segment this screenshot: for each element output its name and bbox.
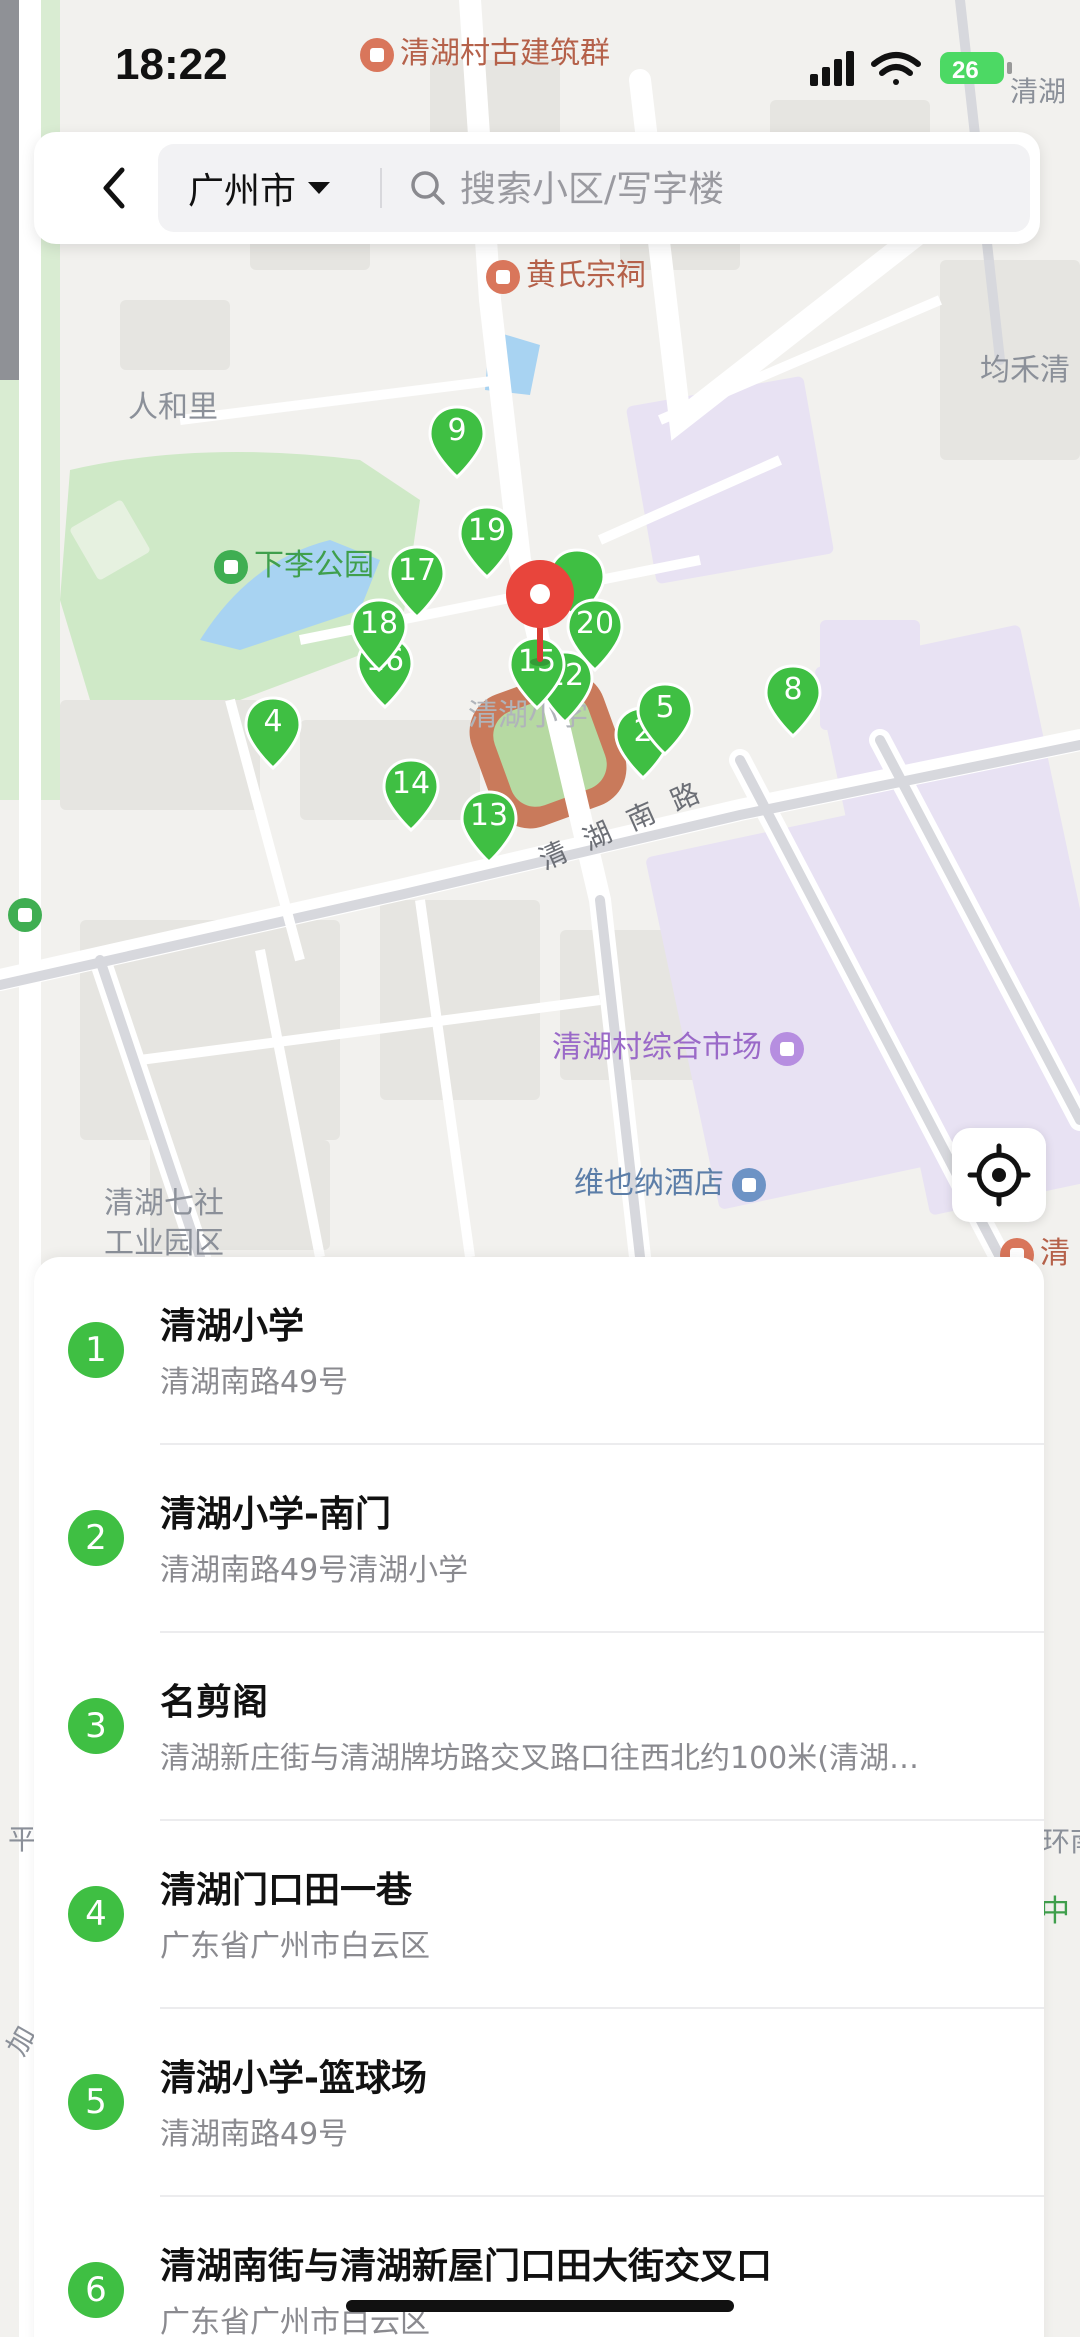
poi-text: 维也纳酒店 <box>574 1166 724 1201</box>
signal-icon <box>810 51 854 86</box>
locate-me-button[interactable] <box>952 1128 1046 1222</box>
map-pin[interactable]: 13 <box>460 790 518 864</box>
hotel-icon <box>732 1167 766 1202</box>
city-selector[interactable]: 广州市 <box>188 144 331 232</box>
pin-number: 13 <box>469 798 509 833</box>
pin-number: 18 <box>359 606 399 641</box>
caret-down-icon <box>308 182 331 194</box>
landmark-icon <box>486 259 520 294</box>
map-pin[interactable]: 4 <box>244 696 302 770</box>
battery-level: 26 <box>952 57 979 84</box>
result-title: 清湖小学-南门 <box>160 1494 391 1535</box>
result-address: 清湖南路49号 <box>160 1365 349 1400</box>
search-icon <box>411 171 445 205</box>
result-address: 清湖新庄街与清湖牌坊路交叉路口往西北约100米(清湖… <box>160 1741 919 1776</box>
result-number-badge: 1 <box>68 1322 124 1378</box>
park-icon <box>8 898 42 932</box>
map-pin[interactable]: 18 <box>350 598 408 672</box>
map-label: 环南 <box>1042 1825 1080 1858</box>
pin-number: 9 <box>447 413 467 448</box>
result-list[interactable]: 1 清湖小学 清湖南路49号 2 清湖小学-南门 清湖南路49号清湖小学 3 名… <box>34 1257 1044 2337</box>
park-label[interactable]: 下李公园 <box>214 540 374 584</box>
map-label: 人和里 <box>128 390 218 425</box>
result-number-badge: 4 <box>68 1886 124 1942</box>
back-button[interactable] <box>84 156 144 220</box>
poi-label[interactable]: 清湖村综合市场 <box>552 1022 810 1066</box>
map-pin[interactable]: 8 <box>764 664 822 738</box>
poi-label[interactable]: 维也纳酒店 <box>574 1158 772 1202</box>
result-title: 清湖小学 <box>160 1306 305 1347</box>
selected-location-pin[interactable] <box>500 560 580 670</box>
pin-number: 14 <box>391 766 431 801</box>
result-address: 广东省广州市白云区 <box>160 1929 430 1964</box>
list-item[interactable]: 2 清湖小学-南门 清湖南路49号清湖小学 <box>34 1445 1044 1633</box>
result-address: 清湖南路49号 <box>160 2117 349 2152</box>
list-item[interactable]: 1 清湖小学 清湖南路49号 <box>34 1257 1044 1445</box>
poi-text: 清 <box>1040 1236 1070 1271</box>
wifi-icon <box>871 52 921 85</box>
map-label: 平 <box>8 1823 37 1856</box>
map-pin[interactable]: 14 <box>382 758 440 832</box>
divider <box>380 168 382 208</box>
poi-label[interactable]: 黄氏宗祠 <box>486 250 646 294</box>
result-number-badge: 5 <box>68 2074 124 2130</box>
home-indicator[interactable] <box>346 2300 734 2312</box>
poi-text: 清湖村综合市场 <box>552 1030 762 1065</box>
park-text: 下李公园 <box>254 548 374 583</box>
map-label: 中 <box>1040 1894 1070 1929</box>
result-number-badge: 6 <box>68 2262 124 2318</box>
map-pin[interactable]: 5 <box>636 682 694 756</box>
crosshair-icon <box>967 1143 1031 1207</box>
result-title: 清湖南街与清湖新屋门口田大街交叉口 <box>160 2246 773 2287</box>
result-title: 清湖小学-篮球场 <box>160 2058 427 2099</box>
status-bar: 18:22 26 <box>0 30 1080 110</box>
search-bar: 广州市 <box>34 132 1040 244</box>
list-item[interactable]: 5 清湖小学-篮球场 清湖南路49号 <box>34 2009 1044 2197</box>
list-item[interactable]: 3 名剪阁 清湖新庄街与清湖牌坊路交叉路口往西北约100米(清湖… <box>34 1633 1044 1821</box>
result-title: 清湖门口田一巷 <box>160 1870 413 1911</box>
map-pin[interactable]: 9 <box>428 405 486 479</box>
map-label: 均禾清 <box>980 353 1070 388</box>
result-address: 清湖南路49号清湖小学 <box>160 1553 469 1588</box>
status-time: 18:22 <box>115 40 228 89</box>
list-item[interactable]: 4 清湖门口田一巷 广东省广州市白云区 <box>34 1821 1044 2009</box>
result-number-badge: 3 <box>68 1698 124 1754</box>
shopping-icon <box>770 1031 804 1066</box>
pin-number: 8 <box>783 672 803 707</box>
battery-icon: 26 <box>940 52 1012 84</box>
poi-text: 黄氏宗祠 <box>526 258 646 293</box>
pin-number: 5 <box>655 690 675 725</box>
search-input[interactable] <box>458 158 1002 220</box>
app-screen: 清湖村古建筑群 清湖 黄氏宗祠 人和里 均禾清 下李公园 清湖小学 清湖南路 清… <box>0 0 1080 2337</box>
pin-number: 17 <box>397 553 437 588</box>
result-title: 名剪阁 <box>160 1682 269 1723</box>
chevron-left-icon <box>103 167 125 209</box>
result-number-badge: 2 <box>68 1510 124 1566</box>
pin-number: 4 <box>263 704 283 739</box>
search-box[interactable]: 广州市 <box>158 144 1030 232</box>
status-icons: 26 <box>810 51 1012 86</box>
tree-icon <box>214 549 248 584</box>
pin-number: 19 <box>467 513 507 548</box>
map-label: 清湖七社 <box>104 1186 224 1221</box>
city-label: 广州市 <box>188 171 297 212</box>
list-item[interactable]: 6 清湖南街与清湖新屋门口田大街交叉口 广东省广州市白云区 <box>34 2197 1044 2337</box>
map-label: 工业园区 <box>104 1226 224 1261</box>
